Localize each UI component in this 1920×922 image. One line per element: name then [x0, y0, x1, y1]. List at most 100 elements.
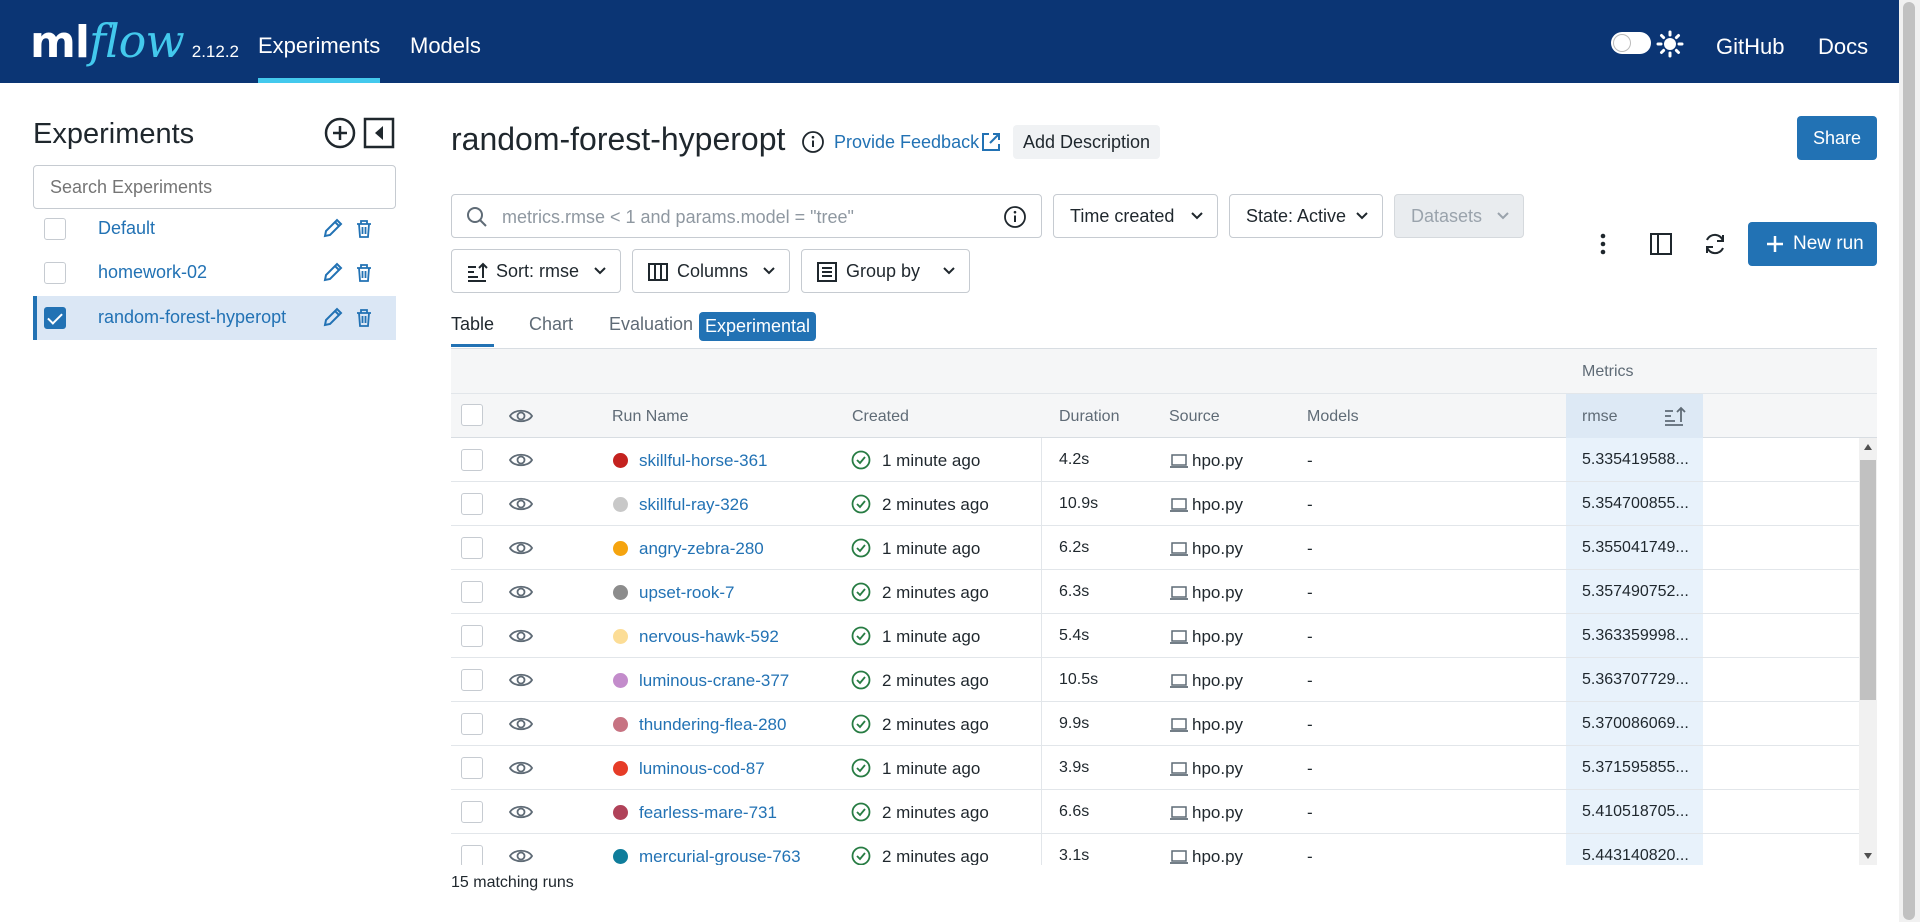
pencil-icon[interactable] [322, 306, 344, 328]
table-row[interactable]: skillful-horse-361 1 minute ago 4.2s hpo… [451, 438, 1859, 482]
run-search-input[interactable]: metrics.rmse < 1 and params.model = "tre… [451, 194, 1042, 238]
experiment-name[interactable]: random-forest-hyperopt [98, 307, 286, 328]
column-header-created[interactable]: Created [852, 408, 909, 426]
group-by-dropdown[interactable]: Group by [801, 249, 970, 293]
run-source[interactable]: hpo.py [1192, 759, 1243, 779]
column-header-rmse[interactable]: rmse [1582, 408, 1618, 426]
run-source[interactable]: hpo.py [1192, 803, 1243, 823]
dark-mode-toggle[interactable] [1611, 32, 1651, 54]
tab-table[interactable]: Table [451, 314, 494, 335]
search-info-icon[interactable] [1003, 205, 1027, 229]
refresh-icon[interactable] [1702, 231, 1728, 257]
eye-icon[interactable] [509, 627, 533, 645]
docs-link[interactable]: Docs [1818, 0, 1868, 83]
run-name-link[interactable]: nervous-hawk-592 [639, 627, 779, 647]
run-name-link[interactable]: mercurial-grouse-763 [639, 847, 801, 865]
external-link-icon[interactable] [980, 131, 1002, 153]
columns-dropdown[interactable]: Columns [632, 249, 790, 293]
eye-icon[interactable] [509, 671, 533, 689]
nav-models[interactable]: Models [410, 0, 481, 83]
experiment-checkbox[interactable] [44, 262, 66, 284]
time-created-dropdown[interactable]: Time created [1053, 194, 1218, 238]
column-header-run-name[interactable]: Run Name [612, 408, 688, 426]
provide-feedback-link[interactable]: Provide Feedback [834, 132, 979, 153]
run-name-link[interactable]: thundering-flea-280 [639, 715, 786, 735]
trash-icon[interactable] [355, 263, 373, 283]
run-checkbox[interactable] [461, 625, 483, 647]
run-checkbox[interactable] [461, 493, 483, 515]
run-name-link[interactable]: angry-zebra-280 [639, 539, 764, 559]
run-checkbox[interactable] [461, 537, 483, 559]
run-source[interactable]: hpo.py [1192, 715, 1243, 735]
scroll-down-arrow[interactable] [1864, 853, 1872, 859]
tab-chart[interactable]: Chart [529, 314, 573, 335]
run-name-link[interactable]: fearless-mare-731 [639, 803, 777, 823]
column-header-duration[interactable]: Duration [1059, 408, 1119, 426]
table-row[interactable]: luminous-cod-87 1 minute ago 3.9s hpo.py… [451, 746, 1859, 790]
table-row[interactable]: nervous-hawk-592 1 minute ago 5.4s hpo.p… [451, 614, 1859, 658]
table-row[interactable]: thundering-flea-280 2 minutes ago 9.9s h… [451, 702, 1859, 746]
run-checkbox[interactable] [461, 801, 483, 823]
trash-icon[interactable] [355, 219, 373, 239]
sidebar-item-homework-02[interactable]: homework-02 [33, 251, 396, 295]
eye-icon[interactable] [509, 539, 533, 557]
select-all-checkbox[interactable] [461, 404, 483, 426]
share-button[interactable]: Share [1797, 116, 1877, 160]
run-name-link[interactable]: luminous-cod-87 [639, 759, 765, 779]
table-row[interactable]: angry-zebra-280 1 minute ago 6.2s hpo.py… [451, 526, 1859, 570]
scroll-up-arrow[interactable] [1864, 444, 1872, 450]
pencil-icon[interactable] [322, 217, 344, 239]
column-header-models[interactable]: Models [1307, 408, 1359, 426]
run-name-link[interactable]: skillful-horse-361 [639, 451, 768, 471]
run-source[interactable]: hpo.py [1192, 627, 1243, 647]
experiment-name[interactable]: homework-02 [98, 262, 207, 283]
info-icon[interactable] [801, 130, 825, 154]
state-dropdown[interactable]: State: Active [1229, 194, 1383, 238]
eye-icon[interactable] [509, 759, 533, 777]
run-source[interactable]: hpo.py [1192, 671, 1243, 691]
table-row[interactable]: upset-rook-7 2 minutes ago 6.3s hpo.py -… [451, 570, 1859, 614]
run-source[interactable]: hpo.py [1192, 495, 1243, 515]
run-checkbox[interactable] [461, 713, 483, 735]
run-checkbox[interactable] [461, 581, 483, 603]
table-row[interactable]: luminous-crane-377 2 minutes ago 10.5s h… [451, 658, 1859, 702]
experiment-name[interactable]: Default [98, 218, 155, 239]
run-checkbox[interactable] [461, 669, 483, 691]
table-row[interactable]: mercurial-grouse-763 2 minutes ago 3.1s … [451, 834, 1859, 865]
experiment-checkbox-checked[interactable] [44, 307, 66, 329]
side-panel-icon[interactable] [1648, 231, 1674, 257]
run-name-link[interactable]: upset-rook-7 [639, 583, 734, 603]
more-options-icon[interactable] [1596, 230, 1610, 258]
sidebar-item-random-forest-hyperopt[interactable]: random-forest-hyperopt [33, 296, 396, 340]
run-checkbox[interactable] [461, 845, 483, 865]
run-source[interactable]: hpo.py [1192, 451, 1243, 471]
mlflow-logo[interactable]: ml flow 2.12.2 [30, 14, 239, 68]
datasets-dropdown[interactable]: Datasets [1394, 194, 1524, 238]
tab-evaluation[interactable]: Evaluation [609, 314, 693, 335]
page-scrollbar-thumb[interactable] [1903, 2, 1915, 920]
run-source[interactable]: hpo.py [1192, 583, 1243, 603]
table-row[interactable]: skillful-ray-326 2 minutes ago 10.9s hpo… [451, 482, 1859, 526]
eye-icon[interactable] [509, 583, 533, 601]
search-experiments-input[interactable] [33, 165, 396, 209]
nav-experiments[interactable]: Experiments [258, 0, 381, 83]
run-name-link[interactable]: skillful-ray-326 [639, 495, 749, 515]
experiment-checkbox[interactable] [44, 218, 66, 240]
eye-icon[interactable] [509, 495, 533, 513]
eye-icon[interactable] [509, 847, 533, 865]
sidebar-item-default[interactable]: Default [33, 207, 396, 251]
run-checkbox[interactable] [461, 757, 483, 779]
sort-ascending-icon[interactable] [1663, 405, 1687, 427]
eye-icon[interactable] [509, 407, 533, 425]
page-scrollbar[interactable] [1899, 0, 1920, 922]
run-name-link[interactable]: luminous-crane-377 [639, 671, 789, 691]
eye-icon[interactable] [509, 803, 533, 821]
table-scrollbar-thumb[interactable] [1860, 460, 1876, 700]
new-run-button[interactable]: New run [1748, 222, 1877, 266]
run-source[interactable]: hpo.py [1192, 847, 1243, 865]
trash-icon[interactable] [355, 308, 373, 328]
pencil-icon[interactable] [322, 261, 344, 283]
collapse-sidebar-icon[interactable] [363, 117, 395, 149]
eye-icon[interactable] [509, 715, 533, 733]
run-checkbox[interactable] [461, 449, 483, 471]
